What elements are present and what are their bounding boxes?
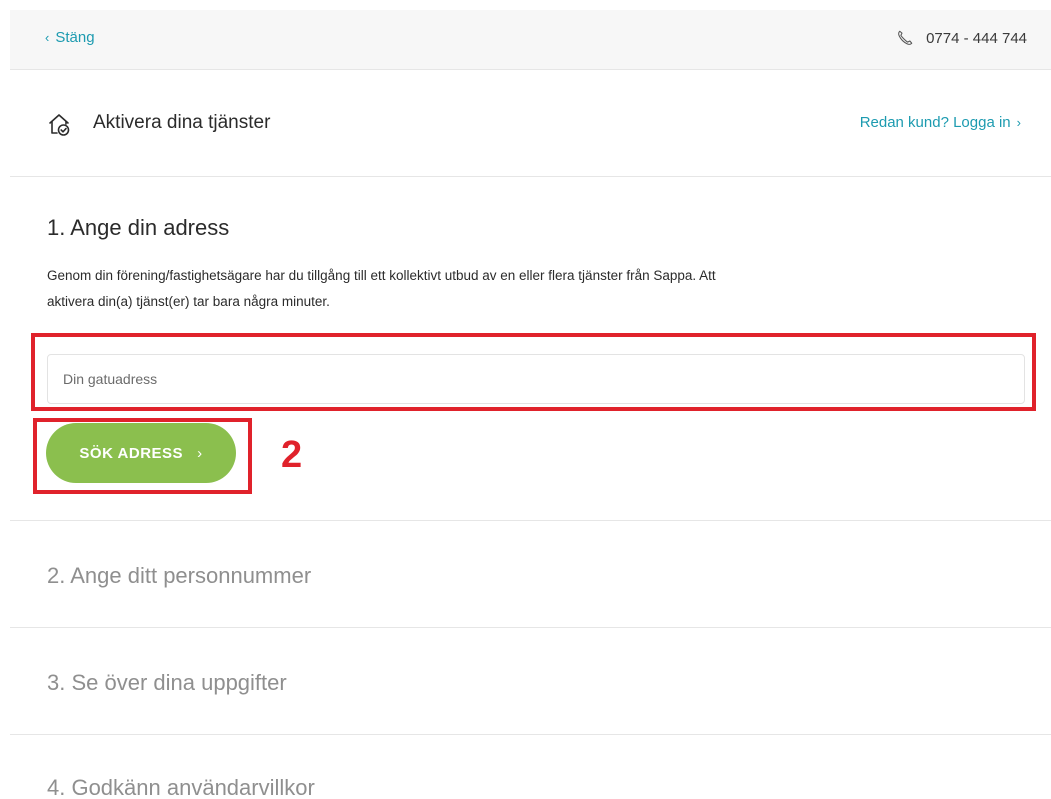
activation-header: Aktivera dina tjänster Redan kund? Logga… [10,70,1051,177]
search-address-button[interactable]: SÖK ADRESS › [46,423,236,483]
phone-number: 0774 - 444 744 [926,29,1027,47]
step-1-title: 1. Ange din adress [47,215,230,240]
search-address-label: SÖK ADRESS [79,444,184,462]
phone-contact[interactable]: 0774 - 444 744 [896,29,1027,47]
step-2-row[interactable]: 2. Ange ditt personnummer [10,520,1051,627]
step-4-row[interactable]: 4. Godkänn användarvillkor [10,734,1051,799]
step-3-title: 3. Se över dina uppgifter [47,670,287,695]
page: ‹ Stäng 0774 - 444 744 Aktivera dina tjä… [0,0,1051,799]
step-2-title: 2. Ange ditt personnummer [47,563,312,588]
chevron-right-icon: › [197,444,203,462]
chevron-left-icon: ‹ [45,30,50,45]
chevron-right-icon: › [1016,115,1021,130]
house-check-icon [46,111,72,137]
login-link-label: Redan kund? Logga in [859,114,1011,131]
login-link[interactable]: Redan kund? Logga in › [860,114,1021,131]
address-input[interactable] [47,354,1025,404]
activation-title: Aktivera dina tjänster [93,112,271,133]
annotation-number: 2 [281,434,303,476]
top-bar: ‹ Stäng 0774 - 444 744 [10,10,1051,70]
step-4-title: 4. Godkänn användarvillkor [47,775,315,799]
close-link[interactable]: ‹ Stäng [45,29,95,46]
close-label: Stäng [55,29,95,46]
step-3-row[interactable]: 3. Se över dina uppgifter [10,627,1051,734]
phone-icon [896,29,914,47]
step-1-description: Genom din förening/fastighetsägare har d… [47,268,716,309]
